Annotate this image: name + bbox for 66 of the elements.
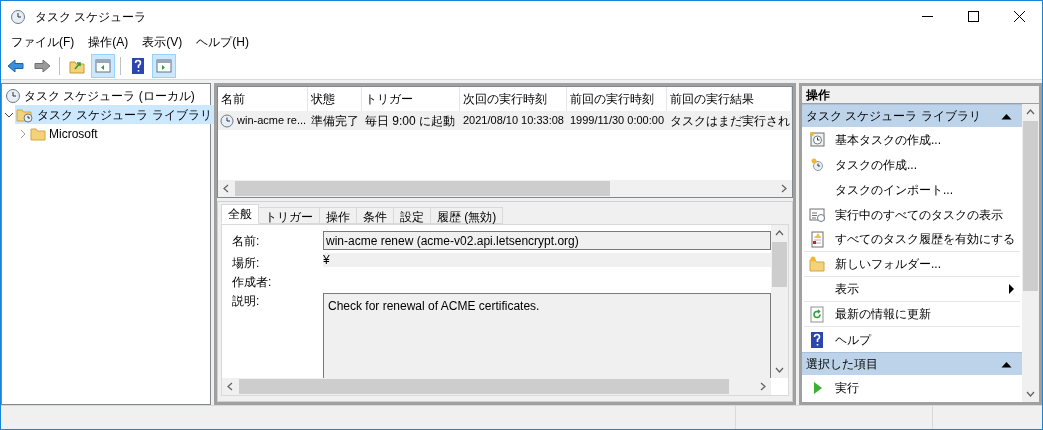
table-cell-text: 1999/11/30 0:00:00 <box>569 113 665 129</box>
text-field[interactable]: win-acme renew (acme-v02.api.letsencrypt.org) <box>323 231 771 250</box>
action-item[interactable]: 最新の情報に更新 <box>804 302 1020 327</box>
table-cell-text: 2021/08/10 10:33:08 <box>462 113 565 129</box>
document-icon <box>809 230 826 248</box>
help-icon <box>809 331 826 348</box>
folder-clock-icon <box>16 106 34 123</box>
tree-item[interactable]: タスク スケジューラ (ローカル) <box>4 86 197 105</box>
vertical-scrollbar[interactable] <box>772 242 787 287</box>
action-item[interactable]: タスクの作成... <box>804 152 1020 177</box>
forward-arrow-icon <box>33 56 51 75</box>
pane-icon <box>94 56 112 75</box>
tab[interactable]: 全般 <box>221 204 259 224</box>
task-list-icon <box>809 206 826 223</box>
clock-icon <box>5 87 21 104</box>
refresh-icon <box>809 305 826 323</box>
field-label: 場所: <box>232 255 261 272</box>
menu-item[interactable]: 表示(V) <box>135 32 190 52</box>
field-label: 作成者: <box>232 274 273 291</box>
close-icon <box>1013 11 1025 22</box>
action-item[interactable]: タスクのインポート... <box>804 177 1020 202</box>
table-cell-text: タスクはまだ実行され <box>669 112 791 130</box>
folder-icon <box>30 125 46 142</box>
menu-item[interactable]: ヘルプ(H) <box>189 32 256 52</box>
section-header[interactable]: 選択した項目 <box>802 352 1022 375</box>
new-folder-icon <box>809 255 826 273</box>
table-cell-text: 毎日 9:00 に起動 <box>364 112 457 130</box>
horizontal-scrollbar[interactable] <box>239 379 729 394</box>
help-icon <box>129 56 147 75</box>
submenu-arrow-icon <box>1009 284 1014 294</box>
vertical-scrollbar[interactable] <box>1023 121 1038 291</box>
section-header[interactable]: タスク スケジューラ ライブラリ <box>802 104 1022 127</box>
action-item[interactable]: 実行 <box>804 375 1020 400</box>
action-item[interactable]: 表示 <box>804 277 1020 302</box>
tree-item[interactable]: Microsoft <box>29 124 100 143</box>
tab[interactable]: 条件 <box>356 207 394 224</box>
tab[interactable]: 操作 <box>319 207 357 224</box>
tab[interactable]: 設定 <box>393 207 431 224</box>
table-cell-text: 準備完了 <box>310 112 360 130</box>
menu-item[interactable]: 操作(A) <box>81 32 136 52</box>
pane-icon <box>155 56 173 75</box>
tree-item[interactable]: タスク スケジューラ ライブラリ <box>15 105 214 124</box>
calendar-clock-icon <box>809 131 826 148</box>
window-title: タスク スケジューラ <box>35 8 147 26</box>
horizontal-scrollbar[interactable] <box>235 181 610 196</box>
text-area[interactable]: Check for renewal of ACME certificates. <box>323 293 771 378</box>
back-arrow-icon <box>7 56 25 75</box>
menu-item[interactable]: ファイル(F) <box>4 32 82 52</box>
field-label: 名前: <box>232 233 261 250</box>
pane-header: 操作 <box>802 86 1039 104</box>
clock-icon <box>809 156 826 173</box>
table-row[interactable]: win-acme re... 準備完了 毎日 9:00 に起動 2021/08/10 10:33:08 1999/11/30 0:00:00 タスクはまだ実行され <box>218 111 792 130</box>
maximize-icon <box>967 11 979 22</box>
minimize-icon <box>921 16 933 17</box>
clock-icon <box>220 113 234 128</box>
action-item[interactable]: ヘルプ <box>804 327 1020 352</box>
tab[interactable]: トリガー <box>258 207 320 224</box>
field-label: 説明: <box>232 293 261 310</box>
action-item[interactable]: 新しいフォルダー... <box>804 252 1020 277</box>
clock-icon <box>10 8 26 25</box>
action-item[interactable]: 基本タスクの作成... <box>804 127 1020 152</box>
action-item[interactable]: 実行中のすべてのタスクの表示 <box>804 202 1020 227</box>
table-cell: win-acme re... <box>218 111 308 130</box>
field-value: ¥ <box>323 253 771 267</box>
tab[interactable]: 履歴 (無効) <box>430 207 504 224</box>
action-item[interactable]: すべてのタスク履歴を有効にする <box>804 227 1020 252</box>
